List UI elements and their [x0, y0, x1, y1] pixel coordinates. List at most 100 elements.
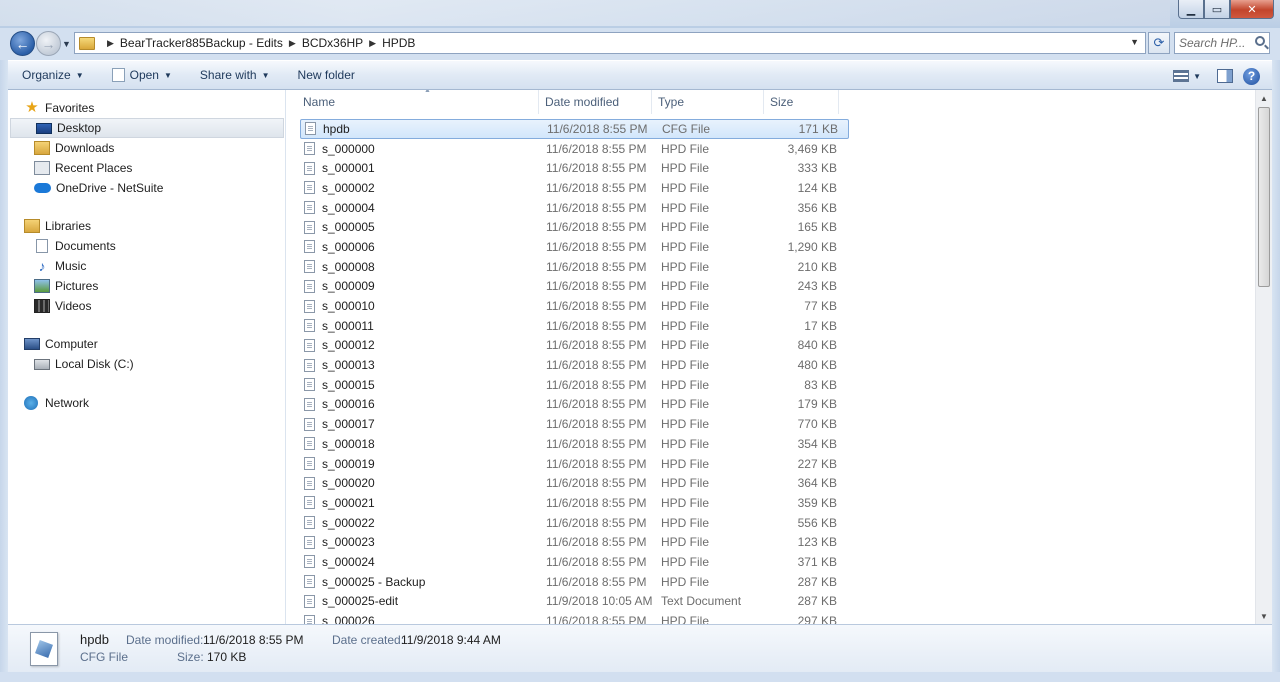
sidebar-item-music[interactable]: ♪ Music: [8, 256, 286, 276]
file-name-cell[interactable]: s_000012: [300, 338, 542, 352]
file-row[interactable]: s_000009 11/6/2018 8:55 PM HPD File 243 KB: [300, 277, 849, 297]
file-name-cell[interactable]: s_000023: [300, 535, 542, 549]
file-row[interactable]: hpdb 11/6/2018 8:55 PM CFG File 171 KB: [300, 119, 849, 139]
file-row[interactable]: s_000026 11/6/2018 8:55 PM HPD File 297 KB: [300, 611, 849, 624]
file-name-cell[interactable]: s_000026: [300, 614, 542, 624]
sidebar-favorites[interactable]: ★ Favorites: [8, 98, 286, 118]
file-row[interactable]: s_000013 11/6/2018 8:55 PM HPD File 480 KB: [300, 355, 849, 375]
sidebar-item-videos[interactable]: Videos: [8, 296, 286, 316]
sidebar-item-documents[interactable]: Documents: [8, 236, 286, 256]
file-name-cell[interactable]: s_000017: [300, 417, 542, 431]
sidebar-item-onedrive[interactable]: OneDrive - NetSuite: [8, 178, 286, 198]
sidebar-libraries[interactable]: Libraries: [8, 216, 286, 236]
file-name-cell[interactable]: s_000009: [300, 279, 542, 293]
file-name-cell[interactable]: s_000002: [300, 181, 542, 195]
file-row[interactable]: s_000005 11/6/2018 8:55 PM HPD File 165 KB: [300, 217, 849, 237]
breadcrumb-separator-icon[interactable]: ▶: [107, 38, 114, 49]
file-row[interactable]: s_000024 11/6/2018 8:55 PM HPD File 371 KB: [300, 552, 849, 572]
file-row[interactable]: s_000025 - Backup 11/6/2018 8:55 PM HPD Fi…: [300, 572, 849, 592]
file-row[interactable]: s_000000 11/6/2018 8:55 PM HPD File 3,469 K…: [300, 139, 849, 159]
file-row[interactable]: s_000019 11/6/2018 8:55 PM HPD File 227 KB: [300, 454, 849, 474]
address-dropdown-icon[interactable]: ▼: [1130, 37, 1139, 47]
open-button[interactable]: Open ▼: [98, 60, 186, 90]
breadcrumb-separator-icon[interactable]: ▶: [369, 38, 376, 49]
file-row[interactable]: s_000023 11/6/2018 8:55 PM HPD File 123 KB: [300, 532, 849, 552]
file-name-cell[interactable]: s_000008: [300, 260, 542, 274]
file-name-cell[interactable]: s_000004: [300, 201, 542, 215]
file-row[interactable]: s_000004 11/6/2018 8:55 PM HPD File 356 KB: [300, 198, 849, 218]
file-name-cell[interactable]: s_000025 - Backup: [300, 575, 542, 589]
address-bar[interactable]: ▶ BearTracker885Backup - Edits ▶ BCDx36H…: [74, 32, 1146, 54]
file-name-cell[interactable]: s_000020: [300, 476, 542, 490]
sidebar-item-recent-places[interactable]: Recent Places: [8, 158, 286, 178]
file-row[interactable]: s_000025-edit 11/9/2018 10:05 AM Text Docu…: [300, 592, 849, 612]
details-size-label: Size:: [177, 650, 204, 664]
refresh-button[interactable]: ⟳: [1148, 32, 1170, 54]
minimize-button[interactable]: ▁: [1178, 0, 1204, 19]
close-button[interactable]: ✕: [1230, 0, 1274, 19]
file-row[interactable]: s_000015 11/6/2018 8:55 PM HPD File 83 KB: [300, 375, 849, 395]
file-name-cell[interactable]: s_000018: [300, 437, 542, 451]
breadcrumb-item-bcdx36hp[interactable]: BCDx36HP: [302, 36, 363, 50]
file-row[interactable]: s_000011 11/6/2018 8:55 PM HPD File 17 KB: [300, 316, 849, 336]
breadcrumb-separator-icon[interactable]: ▶: [289, 38, 296, 49]
forward-button[interactable]: →: [36, 31, 61, 56]
search-input[interactable]: Search HP...: [1174, 32, 1270, 54]
preview-pane-icon[interactable]: [1217, 69, 1233, 83]
file-size-cell: 287 KB: [797, 574, 837, 589]
file-row[interactable]: s_000021 11/6/2018 8:55 PM HPD File 359 KB: [300, 493, 849, 513]
organize-button[interactable]: Organize ▼: [8, 60, 98, 90]
sidebar-item-local-disk[interactable]: Local Disk (C:): [8, 354, 286, 374]
file-row[interactable]: s_000012 11/6/2018 8:55 PM HPD File 840 KB: [300, 336, 849, 356]
file-row[interactable]: s_000008 11/6/2018 8:55 PM HPD File 210 KB: [300, 257, 849, 277]
breadcrumb-item-hpdb[interactable]: HPDB: [382, 36, 415, 50]
file-name-cell[interactable]: s_000013: [300, 358, 542, 372]
breadcrumb: ▶ BearTracker885Backup - Edits ▶ BCDx36H…: [101, 36, 415, 50]
vertical-scrollbar[interactable]: ▲ ▼: [1255, 90, 1272, 624]
sidebar-computer[interactable]: Computer: [8, 334, 286, 354]
column-header-date-modified[interactable]: Date modified: [539, 90, 652, 114]
file-row[interactable]: s_000016 11/6/2018 8:55 PM HPD File 179 KB: [300, 395, 849, 415]
file-row[interactable]: s_000006 11/6/2018 8:55 PM HPD File 1,290 K…: [300, 237, 849, 257]
file-name-cell[interactable]: s_000022: [300, 516, 542, 530]
column-header-type[interactable]: Type: [652, 90, 764, 114]
file-name-cell[interactable]: s_000024: [300, 555, 542, 569]
column-header-name[interactable]: ▲ Name: [297, 90, 539, 114]
file-row[interactable]: s_000001 11/6/2018 8:55 PM HPD File 333 KB: [300, 158, 849, 178]
file-row[interactable]: s_000018 11/6/2018 8:55 PM HPD File 354 KB: [300, 434, 849, 454]
file-name-cell[interactable]: s_000021: [300, 496, 542, 510]
sidebar-item-downloads[interactable]: Downloads: [8, 138, 286, 158]
change-view-icon[interactable]: [1173, 70, 1190, 82]
recent-pages-dropdown-icon[interactable]: ▼: [62, 39, 71, 49]
chevron-down-icon[interactable]: ▼: [1193, 72, 1201, 81]
sidebar-item-desktop[interactable]: Desktop: [10, 118, 284, 138]
scroll-up-icon[interactable]: ▲: [1256, 90, 1272, 106]
share-with-button[interactable]: Share with ▼: [186, 60, 284, 90]
sidebar-item-pictures[interactable]: Pictures: [8, 276, 286, 296]
file-row[interactable]: s_000022 11/6/2018 8:55 PM HPD File 556 KB: [300, 513, 849, 533]
file-name-cell[interactable]: s_000019: [300, 457, 542, 471]
file-name-cell[interactable]: s_000011: [300, 319, 542, 333]
breadcrumb-item-beartracker[interactable]: BearTracker885Backup - Edits: [120, 36, 283, 50]
scroll-down-icon[interactable]: ▼: [1256, 608, 1272, 624]
sidebar-network[interactable]: Network: [8, 393, 286, 413]
file-name-cell[interactable]: hpdb: [301, 122, 543, 136]
back-button[interactable]: ←: [10, 31, 35, 56]
file-name-cell[interactable]: s_000000: [300, 142, 542, 156]
file-name-cell[interactable]: s_000006: [300, 240, 542, 254]
file-name-cell[interactable]: s_000015: [300, 378, 542, 392]
file-name-cell[interactable]: s_000001: [300, 161, 542, 175]
file-row[interactable]: s_000020 11/6/2018 8:55 PM HPD File 364 KB: [300, 473, 849, 493]
help-icon[interactable]: ?: [1243, 67, 1260, 85]
file-name-cell[interactable]: s_000016: [300, 397, 542, 411]
new-folder-button[interactable]: New folder: [284, 60, 369, 90]
file-row[interactable]: s_000017 11/6/2018 8:55 PM HPD File 770 KB: [300, 414, 849, 434]
file-name-cell[interactable]: s_000005: [300, 220, 542, 234]
maximize-button[interactable]: ▭: [1204, 0, 1230, 19]
scrollbar-thumb[interactable]: [1258, 107, 1270, 287]
column-header-size[interactable]: Size: [764, 90, 839, 114]
file-row[interactable]: s_000010 11/6/2018 8:55 PM HPD File 77 KB: [300, 296, 849, 316]
file-name-cell[interactable]: s_000010: [300, 299, 542, 313]
file-name-cell[interactable]: s_000025-edit: [300, 594, 542, 608]
file-row[interactable]: s_000002 11/6/2018 8:55 PM HPD File 124 KB: [300, 178, 849, 198]
